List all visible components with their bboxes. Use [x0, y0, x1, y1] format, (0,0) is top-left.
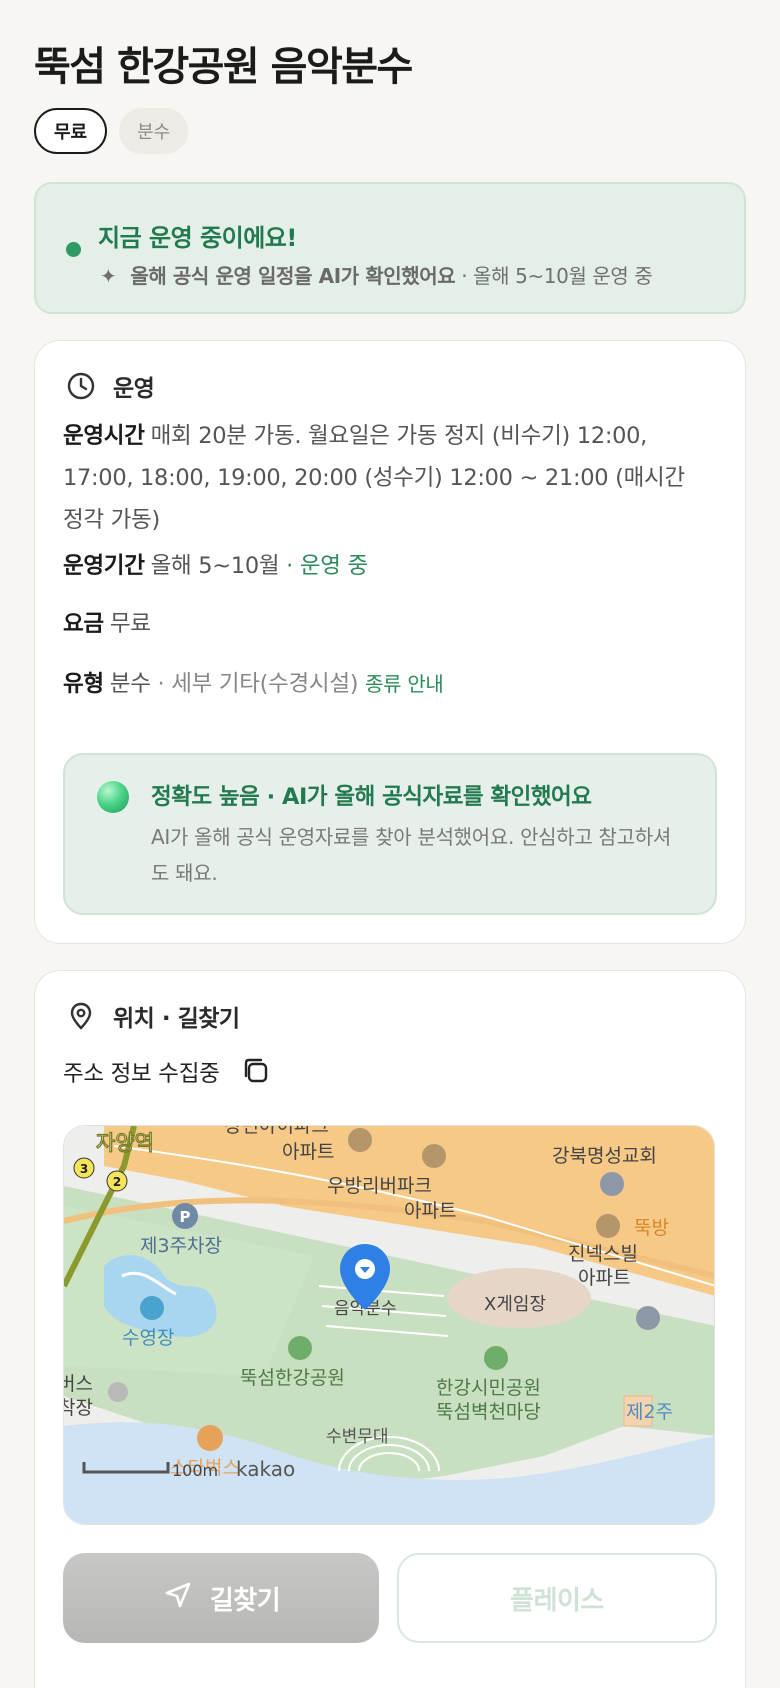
accuracy-title: 정확도 높음 · AI가 올해 공식자료를 확인했어요 [151, 784, 592, 810]
map-label-line3: 3 [80, 1162, 88, 1176]
map-label-second: 제2주 [626, 1401, 673, 1423]
period-value: 올해 5~10월 [150, 553, 280, 579]
sparkle-icon: ✦ [100, 264, 117, 288]
map-label-ttuk: 뚝방 [634, 1217, 669, 1239]
status-subtext: ✦ 올해 공식 운영 일정을 AI가 확인했어요 · 올해 5~10월 운영 중 [100, 260, 653, 289]
map-label-xgame: X게임장 [484, 1294, 546, 1315]
hours-value: 매회 20분 가동. 월요일은 가동 정지 (비수기) 12:00, 17:00… [63, 423, 685, 533]
place-button[interactable]: 플레이스 [397, 1553, 717, 1643]
map-view[interactable]: 3 2 자양역 장변아이파크 아파트 우방리버파크 아파트 강북명성교회 뚝방 … [63, 1125, 715, 1525]
map-label-apt1a: 장변아이파크 [224, 1126, 329, 1137]
chip-fountain[interactable]: 분수 [119, 108, 189, 154]
map-scale-label: 100m [172, 1461, 218, 1480]
fee-key: 요금 [63, 611, 104, 637]
map-brand-label: kakao [236, 1457, 295, 1481]
type-detail: 세부 기타(수경시설) [171, 671, 359, 697]
status-separator: · [455, 264, 474, 288]
accuracy-box: 정확도 높음 · AI가 올해 공식자료를 확인했어요 AI가 올해 공식 운영… [63, 753, 717, 915]
type-row: 유형 분수 · 세부 기타(수경시설) 종류 안내 [63, 663, 703, 705]
type-separator: · [150, 671, 172, 697]
hours-key: 운영시간 [63, 423, 145, 449]
fee-value: 무료 [109, 611, 151, 637]
location-header: 위치 · 길찾기 [65, 999, 240, 1033]
type-key: 유형 [63, 671, 104, 697]
map-label-apt2b: 아파트 [404, 1200, 456, 1222]
period-status: 운영 중 [299, 553, 368, 579]
accuracy-description: AI가 올해 공식 운영자료를 찾아 분석했어요. 안심하고 참고하셔도 돼요. [151, 825, 671, 885]
fee-row: 요금 무료 [63, 603, 703, 645]
operation-section-label: 운영 [113, 376, 155, 402]
map-label-parking: 제3주차장 [140, 1235, 222, 1257]
map-label-church: 강북명성교회 [552, 1145, 657, 1167]
map-label-citizen1: 한강시민공원 [436, 1377, 541, 1399]
location-card: 위치 · 길찾기 주소 정보 수집중 3 2 자양역 장변아이파크 아파트 우방… [34, 970, 746, 1688]
map-label-apt3b: 아파트 [578, 1267, 630, 1289]
directions-button[interactable]: 길찾기 [63, 1553, 379, 1643]
page-title: 뚝섬 한강공원 음악분수 [34, 44, 413, 90]
period-key: 운영기간 [63, 553, 145, 579]
navigation-arrow-icon [162, 1579, 194, 1618]
map-label-bus2: 착장 [64, 1397, 93, 1419]
map-label-bus1: 버스 [64, 1373, 93, 1395]
map-label-stage: 수변무대 [326, 1427, 389, 1447]
operation-card: 운영 운영시간 매회 20분 가동. 월요일은 가동 정지 (비수기) 12:00… [34, 340, 746, 944]
clock-icon [65, 370, 97, 402]
ai-note: 올해 공식 운영 일정을 AI가 확인했어요 [130, 264, 456, 288]
location-pin-icon [65, 1000, 97, 1032]
copy-icon[interactable] [240, 1055, 270, 1089]
map-label-line2: 2 [113, 1175, 121, 1189]
place-label: 플레이스 [510, 1585, 604, 1616]
page: 뚝섬 한강공원 음악분수 무료 분수 지금 운영 중이에요! ✦ 올해 공식 운영… [0, 0, 780, 1688]
location-section-label: 위치 · 길찾기 [113, 1006, 240, 1032]
status-banner: 지금 운영 중이에요! ✦ 올해 공식 운영 일정을 AI가 확인했어요 · 올해… [34, 182, 746, 314]
map-label-apt1b: 아파트 [282, 1141, 334, 1163]
ai-orb-icon [97, 781, 129, 813]
map-label-apt3a: 진넥스빌 [568, 1243, 638, 1265]
period-row: 운영기간 올해 5~10월 · 운영 중 [63, 545, 703, 587]
map-label-parking-p: P [180, 1208, 191, 1226]
map-label-station: 자양역 [96, 1131, 154, 1155]
type-value: 분수 [109, 671, 151, 697]
status-period: 올해 5~10월 운영 중 [473, 264, 653, 288]
address-text: 주소 정보 수집중 [63, 1061, 220, 1087]
live-dot-icon [66, 242, 81, 257]
period-separator: · [279, 553, 300, 579]
directions-label: 길찾기 [209, 1585, 281, 1616]
map-label-apt2a: 우방리버파크 [327, 1175, 432, 1197]
address-row: 주소 정보 수집중 [63, 1055, 270, 1089]
chip-free[interactable]: 무료 [34, 108, 108, 154]
tag-chips: 무료 분수 [34, 108, 189, 154]
type-guide-link[interactable]: 종류 안내 [365, 672, 444, 696]
hours-row: 운영시간 매회 20분 가동. 월요일은 가동 정지 (비수기) 12:00, 1… [63, 415, 703, 541]
map-label-park: 뚝섬한강공원 [240, 1367, 345, 1389]
map-label-citizen2: 뚝섬벽천마당 [436, 1401, 541, 1423]
status-title: 지금 운영 중이에요! [98, 224, 297, 252]
map-label-pool: 수영장 [122, 1327, 174, 1349]
operation-header: 운영 [65, 369, 155, 403]
